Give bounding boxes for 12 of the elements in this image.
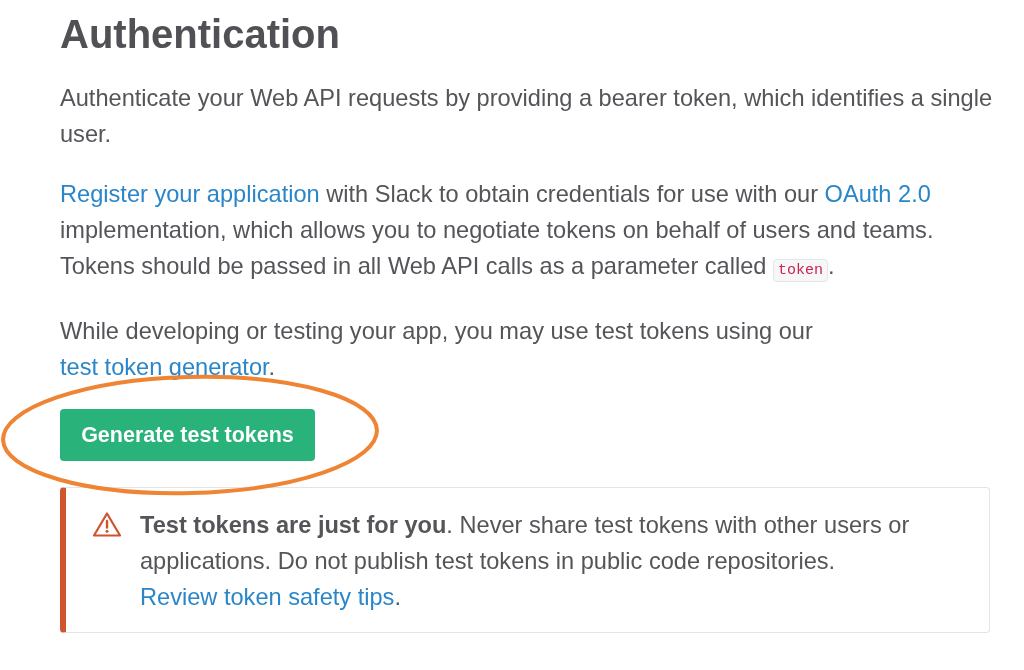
warning-icon	[92, 511, 122, 538]
text-link[interactable]: test token generator	[60, 354, 269, 380]
callout-text: Test tokens are just for you. Never share test tokens with other users or applications. Do not publish test tokens in public code repositories. Review token safety tips.	[140, 511, 911, 612]
text-link[interactable]: Register your application	[60, 181, 320, 207]
text-link[interactable]: OAuth 2.0	[824, 181, 931, 207]
body-paragraph: While developing or testing your app, you may use test tokens using our test token generator.	[60, 317, 814, 382]
text-link[interactable]: Review token safety tips	[140, 584, 395, 610]
page-heading: Authentication	[60, 11, 341, 58]
generate-tokens-button[interactable]: Generate test tokens	[60, 409, 315, 461]
body-paragraph: Register your application with Slack to obtain credentials for use with our OAuth 2.0 implementation, which allows you to negotiate tokens on behalf of users and teams. Tokens should be passed in all Web API calls as a parameter called token .	[60, 176, 1002, 289]
inline-code: token	[773, 259, 829, 282]
body-paragraph: Authenticate your Web API requests by providing a bearer token, which identifies a single user.	[60, 84, 994, 149]
